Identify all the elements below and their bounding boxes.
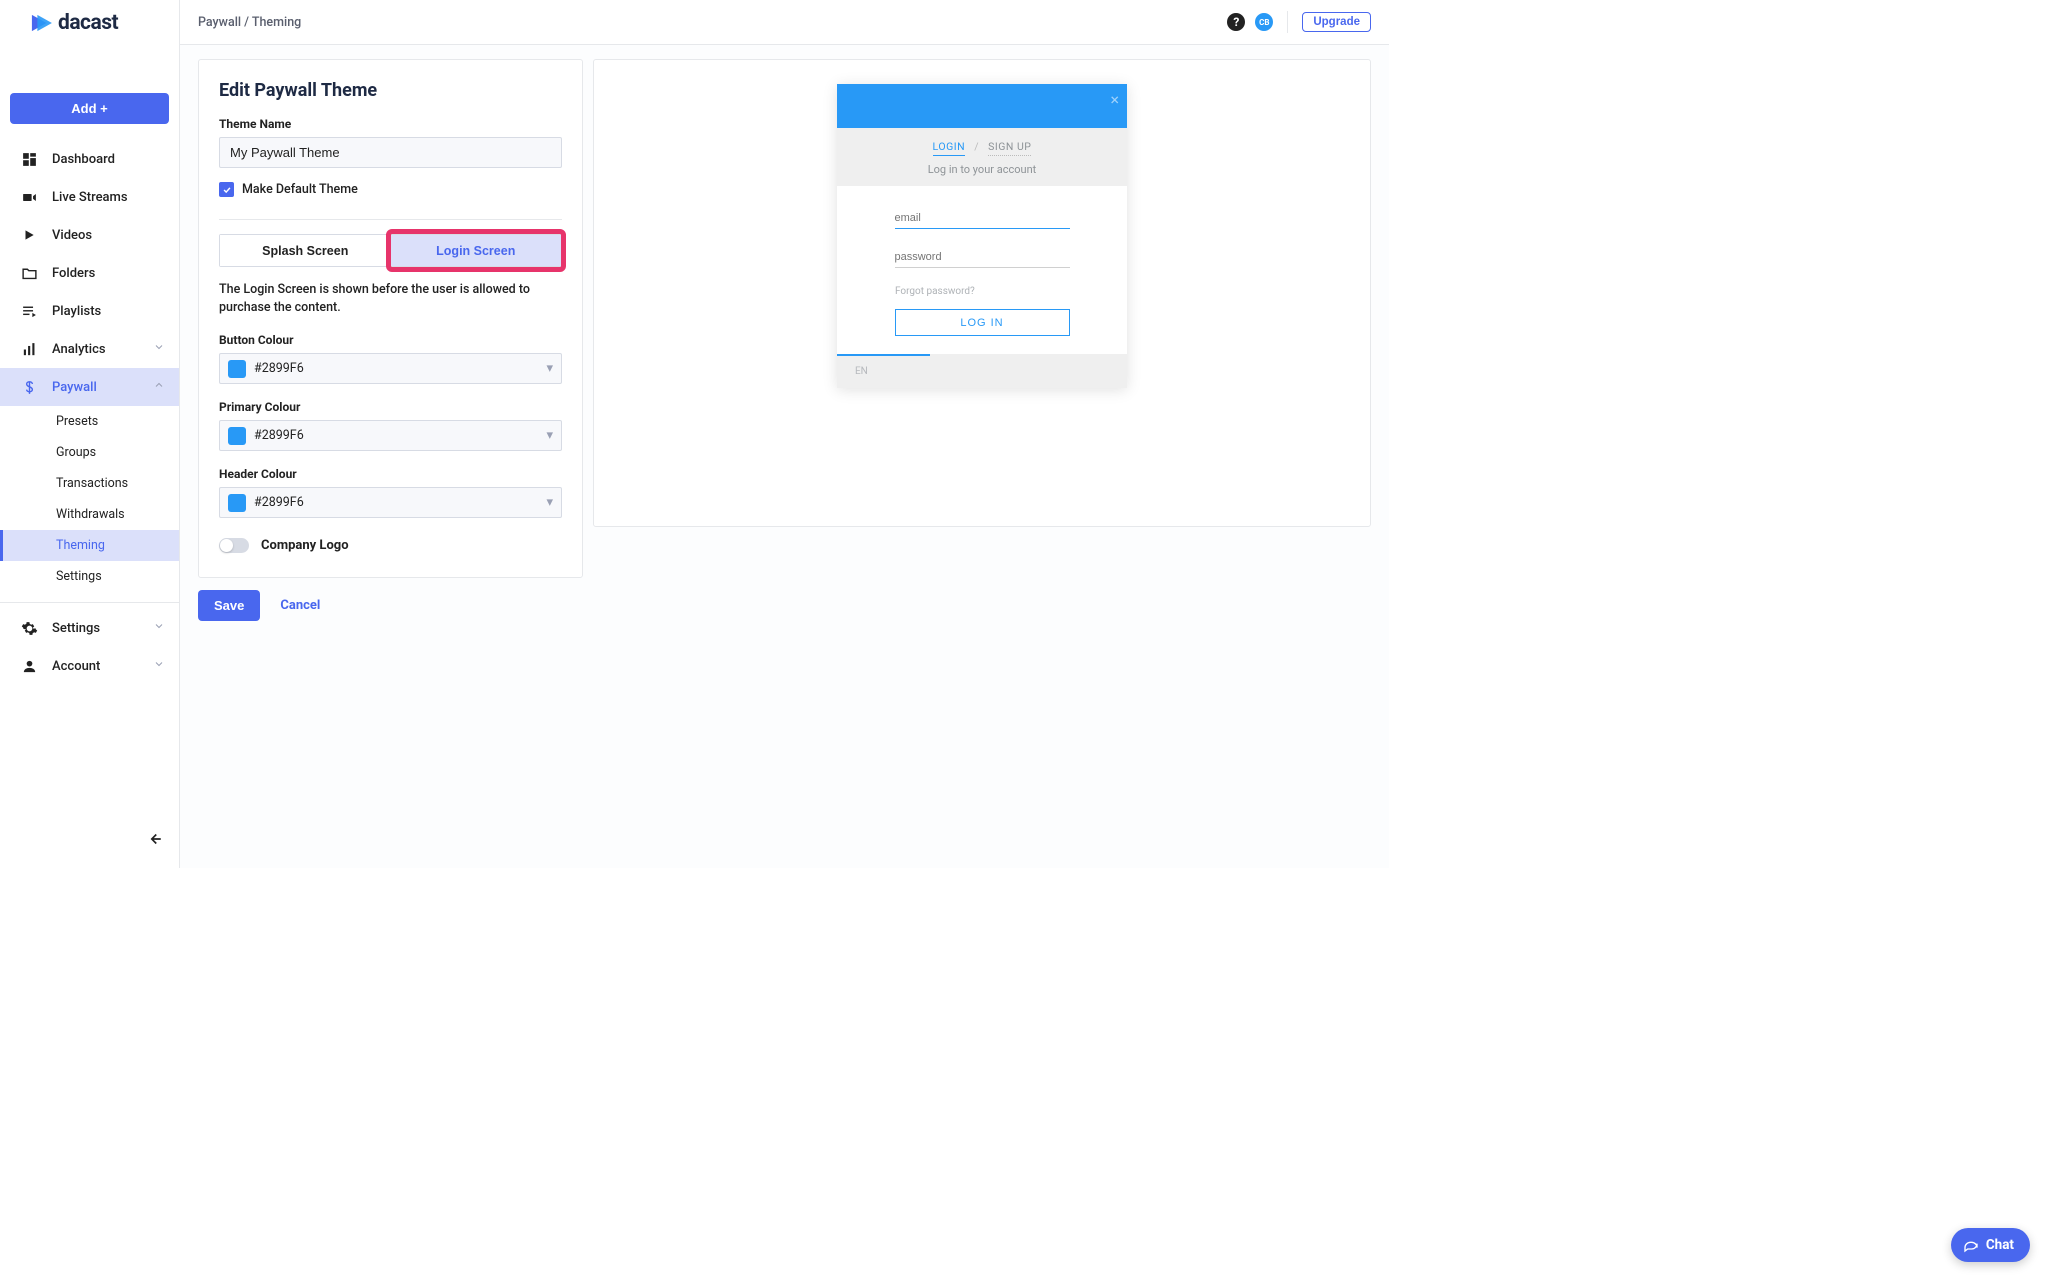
logo[interactable]: dacast (0, 0, 179, 45)
primary-colour-picker[interactable]: #2899F6 ▾ (219, 420, 562, 451)
preview-language[interactable]: EN (855, 366, 868, 377)
preview-login-button[interactable]: LOG IN (895, 309, 1070, 336)
collapse-sidebar-icon[interactable] (145, 830, 163, 852)
colour-value: #2899F6 (254, 361, 304, 376)
make-default-label: Make Default Theme (242, 182, 358, 197)
sidebar: dacast Add + Dashboard Live Streams Vide… (0, 0, 180, 868)
caret-down-icon: ▾ (546, 495, 553, 510)
nav-label: Settings (52, 621, 100, 636)
dashboard-icon (20, 150, 38, 168)
preview-email-input[interactable] (895, 208, 1070, 229)
logo-icon (30, 13, 52, 33)
company-logo-label: Company Logo (261, 538, 349, 553)
nav-label: Folders (52, 266, 95, 281)
theme-name-label: Theme Name (219, 117, 562, 131)
nav-account[interactable]: Account (0, 647, 179, 685)
button-colour-picker[interactable]: #2899F6 ▾ (219, 353, 562, 384)
nav-videos[interactable]: Videos (0, 216, 179, 254)
preview-card: × LOGIN / SIGN UP Log in to your account (593, 59, 1371, 527)
nav-folders[interactable]: Folders (0, 254, 179, 292)
save-button[interactable]: Save (198, 590, 260, 621)
chevron-up-icon (153, 379, 165, 395)
colour-swatch (228, 494, 246, 512)
preview-progress-bar (837, 354, 930, 356)
make-default-checkbox[interactable] (219, 182, 234, 197)
preview-password-input[interactable] (895, 247, 1070, 268)
logo-text: dacast (58, 11, 118, 35)
caret-down-icon: ▾ (546, 428, 553, 443)
playlist-icon (20, 302, 38, 320)
caret-down-icon: ▾ (546, 361, 553, 376)
folder-icon (20, 264, 38, 282)
preview-header: × (837, 84, 1127, 128)
nav-dashboard[interactable]: Dashboard (0, 140, 179, 178)
colour-value: #2899F6 (254, 495, 304, 510)
help-icon[interactable]: ? (1227, 13, 1245, 31)
chat-label: Chat (1986, 1237, 2014, 1253)
help-text: The Login Screen is shown before the use… (219, 281, 562, 317)
nav-label: Account (52, 659, 100, 674)
header-colour-label: Header Colour (219, 467, 562, 481)
chevron-down-icon (153, 341, 165, 357)
play-icon (20, 226, 38, 244)
subnav-transactions[interactable]: Transactions (0, 468, 179, 499)
subnav-withdrawals[interactable]: Withdrawals (0, 499, 179, 530)
chevron-down-icon (153, 620, 165, 636)
dollar-icon (20, 378, 38, 396)
breadcrumb: Paywall / Theming (198, 15, 301, 30)
separator: / (974, 140, 979, 153)
card-title: Edit Paywall Theme (219, 80, 562, 101)
nav-analytics[interactable]: Analytics (0, 330, 179, 368)
close-icon[interactable]: × (1110, 90, 1119, 109)
subnav-settings[interactable]: Settings (0, 561, 179, 592)
topbar: Paywall / Theming ? CB Upgrade (180, 0, 1389, 45)
nav-live-streams[interactable]: Live Streams (0, 178, 179, 216)
theme-name-input[interactable] (219, 137, 562, 168)
chat-icon (1963, 1237, 1979, 1253)
nav-label: Videos (52, 228, 92, 243)
colour-value: #2899F6 (254, 428, 304, 443)
tab-login-screen[interactable]: Login Screen (391, 235, 562, 266)
camera-icon (20, 188, 38, 206)
subnav-presets[interactable]: Presets (0, 406, 179, 437)
person-icon (20, 657, 38, 675)
preview-forgot-link[interactable]: Forgot password? (895, 286, 1097, 297)
nav-label: Live Streams (52, 190, 128, 205)
edit-paywall-theme-card: Edit Paywall Theme Theme Name Make Defau… (198, 59, 583, 578)
chevron-down-icon (153, 658, 165, 674)
add-button[interactable]: Add + (10, 93, 169, 124)
divider (219, 219, 562, 220)
primary-colour-label: Primary Colour (219, 400, 562, 414)
nav-paywall[interactable]: Paywall (0, 368, 179, 406)
nav-label: Playlists (52, 304, 101, 319)
nav-settings[interactable]: Settings (0, 609, 179, 647)
button-colour-label: Button Colour (219, 333, 562, 347)
header-colour-picker[interactable]: #2899F6 ▾ (219, 487, 562, 518)
preview-subtitle: Log in to your account (837, 163, 1127, 176)
preview-tab-login[interactable]: LOGIN (933, 140, 966, 156)
nav-label: Dashboard (52, 152, 115, 167)
nav-label: Analytics (52, 342, 106, 357)
upgrade-button[interactable]: Upgrade (1302, 12, 1371, 32)
login-preview: × LOGIN / SIGN UP Log in to your account (837, 84, 1127, 388)
company-logo-toggle[interactable] (219, 538, 249, 553)
divider (0, 602, 179, 603)
gear-icon (20, 619, 38, 637)
tab-splash-screen[interactable]: Splash Screen (220, 235, 391, 266)
nav-playlists[interactable]: Playlists (0, 292, 179, 330)
nav-label: Paywall (52, 380, 97, 395)
divider (1287, 11, 1288, 33)
subnav-groups[interactable]: Groups (0, 437, 179, 468)
colour-swatch (228, 360, 246, 378)
colour-swatch (228, 427, 246, 445)
analytics-icon (20, 340, 38, 358)
screen-tabs: Splash Screen Login Screen (219, 234, 562, 267)
preview-tab-signup[interactable]: SIGN UP (988, 140, 1031, 156)
subnav-theming[interactable]: Theming (0, 530, 179, 561)
cancel-button[interactable]: Cancel (280, 598, 320, 613)
avatar[interactable]: CB (1255, 13, 1273, 31)
chat-button[interactable]: Chat (1951, 1228, 2030, 1262)
